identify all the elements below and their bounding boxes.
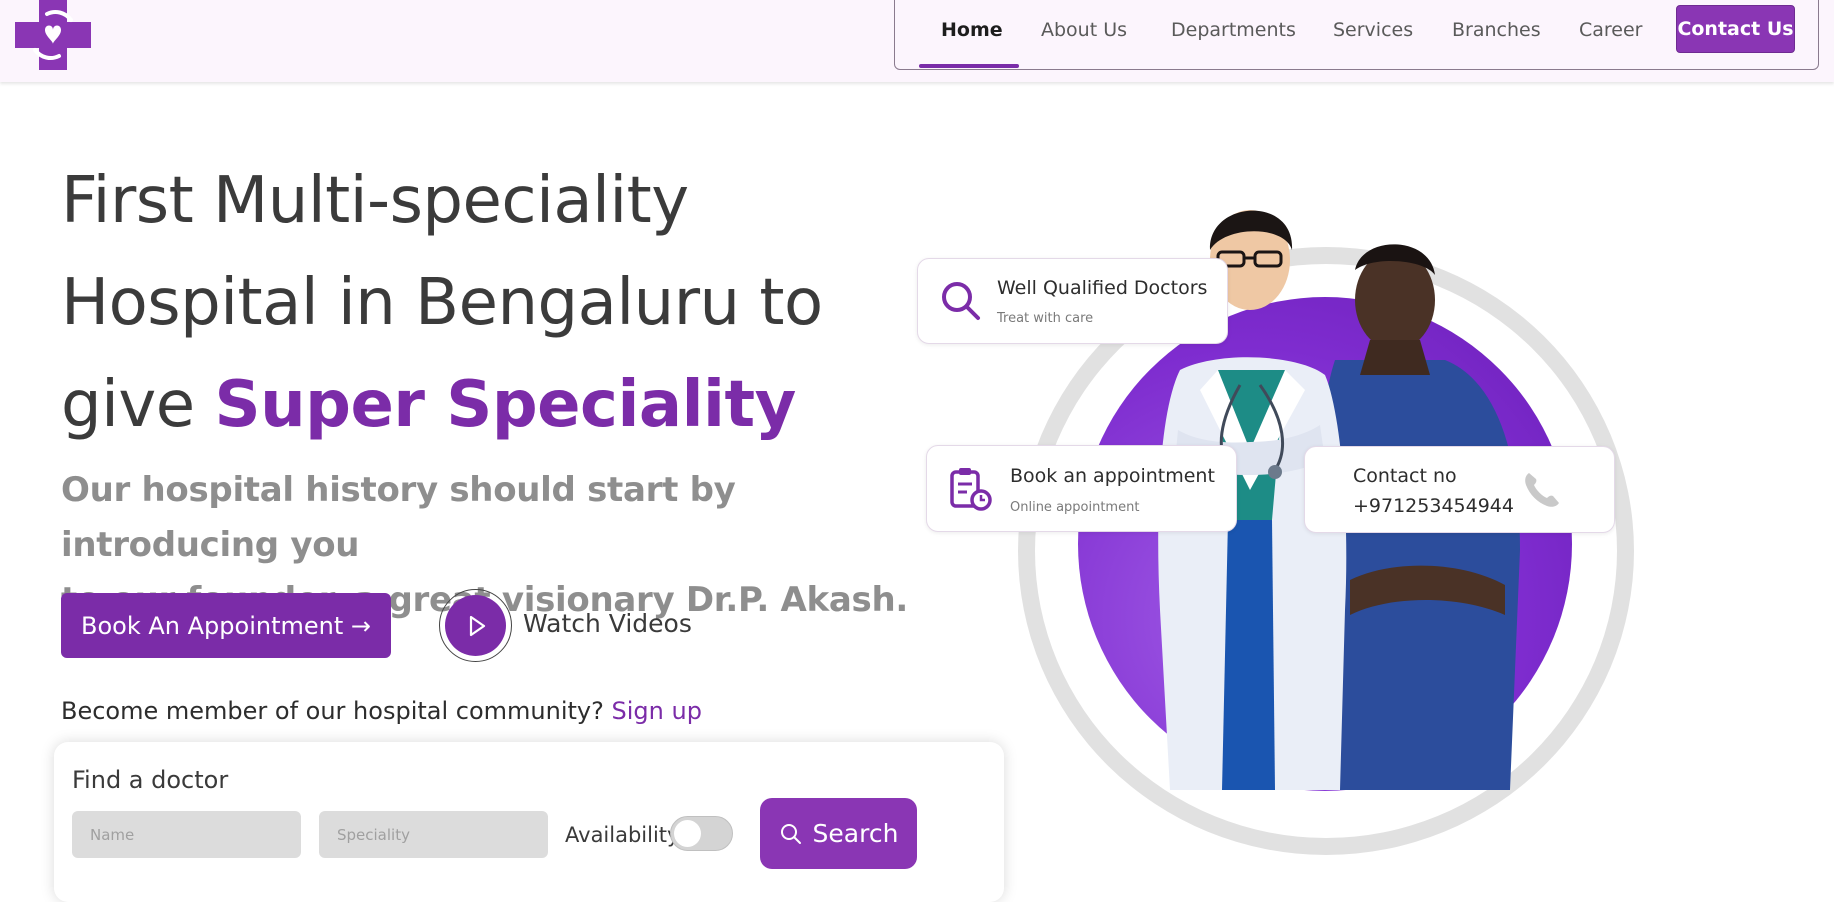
phone-icon [1525, 473, 1559, 507]
nav-departments[interactable]: Departments [1171, 19, 1296, 41]
nav-active-underline [919, 64, 1019, 68]
nav-career[interactable]: Career [1579, 19, 1643, 41]
book-appointment-button[interactable]: Book An Appointment → [61, 593, 391, 658]
sign-up-link[interactable]: Sign up [612, 697, 702, 725]
find-doctor-card: Find a doctor Availability Search [54, 742, 1004, 902]
headline-highlight: Super Speciality [214, 368, 797, 442]
book-appointment-card-title: Book an appointment [1010, 465, 1215, 487]
find-doctor-title: Find a doctor [72, 766, 229, 794]
contact-card-number[interactable]: +971253454944 [1353, 495, 1514, 517]
hospital-logo-icon[interactable] [15, 0, 91, 70]
hero-headline: First Multi-speciality Hospital in Benga… [61, 150, 921, 456]
site-header: Home About Us Departments Services Branc… [0, 0, 1834, 82]
subtext-line-1: Our hospital history should start by int… [61, 470, 736, 565]
search-icon [780, 823, 801, 844]
nav-home[interactable]: Home [941, 19, 1003, 41]
nav-services[interactable]: Services [1333, 19, 1413, 41]
headline-line-3: give Super Speciality [61, 354, 921, 456]
contact-number-card: Contact no +971253454944 [1304, 446, 1615, 533]
nav-about-us[interactable]: About Us [1041, 19, 1127, 41]
contact-us-button[interactable]: Contact Us [1676, 5, 1795, 53]
headline-line-2: Hospital in Bengaluru to [61, 266, 823, 340]
watch-videos-label[interactable]: Watch Videos [523, 609, 692, 638]
watch-videos-play-button[interactable] [439, 589, 512, 662]
contact-card-title: Contact no [1353, 465, 1457, 487]
play-icon [445, 595, 506, 656]
speciality-input[interactable] [319, 811, 548, 858]
search-button-label: Search [812, 819, 899, 848]
member-text: Become member of our hospital community? [61, 697, 604, 725]
availability-label: Availability [565, 823, 680, 847]
availability-toggle[interactable] [670, 816, 733, 851]
headline-line-1: First Multi-speciality [61, 164, 689, 238]
book-appointment-card[interactable]: Book an appointment Online appointment [926, 445, 1237, 532]
main-nav: Home About Us Departments Services Branc… [894, 0, 1819, 70]
member-line: Become member of our hospital community?… [61, 697, 702, 725]
qualified-doctors-subtitle: Treat with care [997, 311, 1094, 326]
book-appointment-card-subtitle: Online appointment [1010, 500, 1140, 515]
search-icon [942, 282, 980, 320]
doctor-name-input[interactable] [72, 811, 301, 858]
toggle-knob [674, 820, 701, 847]
search-button[interactable]: Search [760, 798, 917, 869]
clipboard-clock-icon [950, 468, 992, 511]
qualified-doctors-card: Well Qualified Doctors Treat with care [917, 258, 1228, 344]
qualified-doctors-title: Well Qualified Doctors [997, 277, 1208, 299]
headline-give: give [61, 368, 215, 442]
nav-branches[interactable]: Branches [1452, 19, 1541, 41]
